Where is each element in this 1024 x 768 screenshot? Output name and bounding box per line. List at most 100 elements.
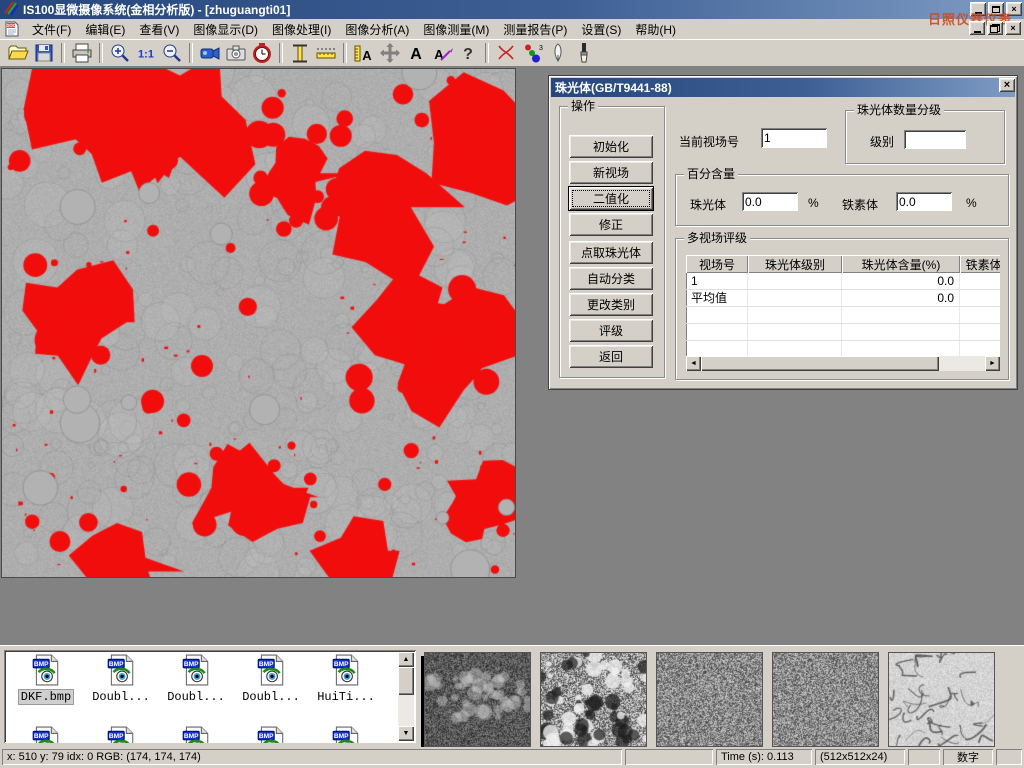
count-dots-icon[interactable]: 3 [519, 41, 545, 65]
col-pearlite-amount[interactable]: 珠光体含量(%) [842, 255, 960, 273]
dialog-close-button[interactable]: × [999, 78, 1015, 92]
rating-table: 视场号 珠光体级别 珠光体含量(%) 铁素体含量(%) 1 0.0 平均值 [686, 255, 1000, 371]
zoom-out-icon[interactable] [159, 41, 185, 65]
thumbnail-5[interactable] [888, 652, 995, 747]
window-title: IS100显微摄像系统(金相分析版) - [zhuguangti01] [23, 1, 290, 18]
thumbnail-3[interactable] [656, 652, 763, 747]
thumbnail-2[interactable] [540, 652, 647, 747]
camera-icon[interactable] [223, 41, 249, 65]
pearlite-percent-input[interactable] [742, 192, 798, 211]
brush-icon[interactable] [571, 41, 597, 65]
print-icon[interactable] [69, 41, 95, 65]
binarize-button[interactable]: 二值化 [569, 187, 653, 210]
change-class-button[interactable]: 更改类别 [569, 293, 653, 316]
menu-image-processing[interactable]: 图像处理(I) [265, 19, 338, 40]
file-item[interactable]: BMP [85, 726, 157, 743]
zoom-in-icon[interactable] [107, 41, 133, 65]
maximize-button[interactable] [988, 2, 1004, 16]
scroll-up-button[interactable]: ▲ [398, 652, 414, 667]
cell-ferrite [960, 290, 1000, 306]
file-item[interactable]: BMP [10, 726, 82, 743]
close-button[interactable]: × [1006, 2, 1022, 16]
svg-text:BMP: BMP [259, 733, 274, 740]
caliper-icon[interactable] [287, 41, 313, 65]
scroll-left-button[interactable]: ◄ [686, 356, 701, 371]
micrograph-image[interactable] [1, 68, 516, 578]
ruler-icon[interactable] [313, 41, 339, 65]
percent-group-label: 百分含量 [684, 167, 738, 181]
mdi-child-controls: × [969, 21, 1021, 35]
menu-help[interactable]: 帮助(H) [628, 19, 683, 40]
open-icon[interactable] [5, 41, 31, 65]
cell-field-no: 平均值 [686, 290, 748, 306]
file-item[interactable]: BMP [310, 726, 382, 743]
bmp-file-icon: BMP [30, 675, 62, 689]
menu-settings[interactable]: 设置(S) [574, 19, 628, 40]
move-icon[interactable] [377, 41, 403, 65]
scroll-track[interactable] [398, 695, 414, 726]
table-row[interactable]: 平均值 0.0 [686, 290, 1000, 307]
menu-view[interactable]: 查看(V) [132, 19, 186, 40]
ferrite-label: 铁素体 [842, 196, 878, 213]
save-icon[interactable] [31, 41, 57, 65]
file-item[interactable]: BMP Doubl... [235, 654, 307, 704]
rate-button[interactable]: 评级 [569, 319, 653, 342]
new-field-button[interactable]: 新视场 [569, 161, 653, 184]
file-item[interactable]: BMP DKF.bmp [10, 654, 82, 704]
table-row[interactable]: 1 0.0 [686, 273, 1000, 290]
minimize-button[interactable] [970, 2, 986, 16]
one-to-one-icon[interactable]: 1:1 [133, 41, 159, 65]
current-field-label: 当前视场号 [679, 133, 739, 150]
file-item[interactable]: BMP [235, 726, 307, 743]
ferrite-percent-input[interactable] [896, 192, 952, 211]
rating-table-header: 视场号 珠光体级别 珠光体含量(%) 铁素体含量(%) [686, 255, 1000, 273]
mdi-minimize-button[interactable] [969, 21, 985, 35]
scroll-right-button[interactable]: ► [985, 356, 1000, 371]
col-field-no[interactable]: 视场号 [686, 255, 748, 273]
file-item[interactable]: BMP Doubl... [160, 654, 232, 704]
menu-image-display[interactable]: 图像显示(D) [186, 19, 265, 40]
mdi-close-button[interactable]: × [1005, 21, 1021, 35]
menu-edit[interactable]: 编辑(E) [78, 19, 132, 40]
scroll-thumb[interactable] [398, 667, 414, 695]
table-horizontal-scrollbar: ◄ ► [686, 356, 1000, 371]
workspace: 珠光体(GB/T9441-88) × 操作 初始化 新视场 二值化 修正 点取珠… [0, 67, 1024, 645]
file-item[interactable]: BMP HuiTi... [310, 654, 382, 704]
correct-button[interactable]: 修正 [569, 213, 653, 236]
menu-measure-report[interactable]: 测量报告(P) [496, 19, 574, 40]
file-item[interactable]: BMP Doubl... [85, 654, 157, 704]
pen-icon[interactable] [545, 41, 571, 65]
cell-ferrite [960, 273, 1000, 289]
menu-image-measure[interactable]: 图像测量(M) [416, 19, 496, 40]
file-item[interactable]: BMP [160, 726, 232, 743]
help-icon[interactable]: ? [455, 41, 481, 65]
thumbnail-1[interactable] [424, 652, 531, 747]
return-button[interactable]: 返回 [569, 345, 653, 368]
level-input[interactable] [904, 130, 966, 149]
text-icon[interactable]: A [403, 41, 429, 65]
dialog-title-bar[interactable]: 珠光体(GB/T9441-88) [551, 78, 1015, 97]
text-edit-icon[interactable]: A [429, 41, 455, 65]
col-ferrite-amount[interactable]: 铁素体含量(%) [960, 255, 1000, 273]
svg-text:BMP: BMP [109, 733, 124, 740]
svg-text:DOC: DOC [6, 23, 15, 28]
document-icon[interactable]: DOC [4, 21, 20, 37]
video-camera-icon[interactable] [197, 41, 223, 65]
menu-image-analysis[interactable]: 图像分析(A) [338, 19, 416, 40]
initialize-button[interactable]: 初始化 [569, 135, 653, 158]
auto-classify-button[interactable]: 自动分类 [569, 267, 653, 290]
current-field-input[interactable] [761, 128, 827, 148]
thumbnail-4[interactable] [772, 652, 879, 747]
scroll-down-button[interactable]: ▼ [398, 726, 414, 741]
timer-icon[interactable] [249, 41, 275, 65]
scroll-thumb[interactable] [701, 356, 939, 371]
mdi-restore-button[interactable] [987, 21, 1003, 35]
scroll-track[interactable] [939, 356, 985, 371]
col-pearlite-level[interactable]: 珠光体级别 [748, 255, 842, 273]
pick-pearlite-button[interactable]: 点取珠光体 [569, 241, 653, 264]
measure-text-icon[interactable]: A [351, 41, 377, 65]
menu-file[interactable]: 文件(F) [25, 19, 78, 40]
bmp-file-icon: BMP [180, 675, 212, 689]
pearlite-label: 珠光体 [690, 196, 726, 213]
curve-icon[interactable] [493, 41, 519, 65]
